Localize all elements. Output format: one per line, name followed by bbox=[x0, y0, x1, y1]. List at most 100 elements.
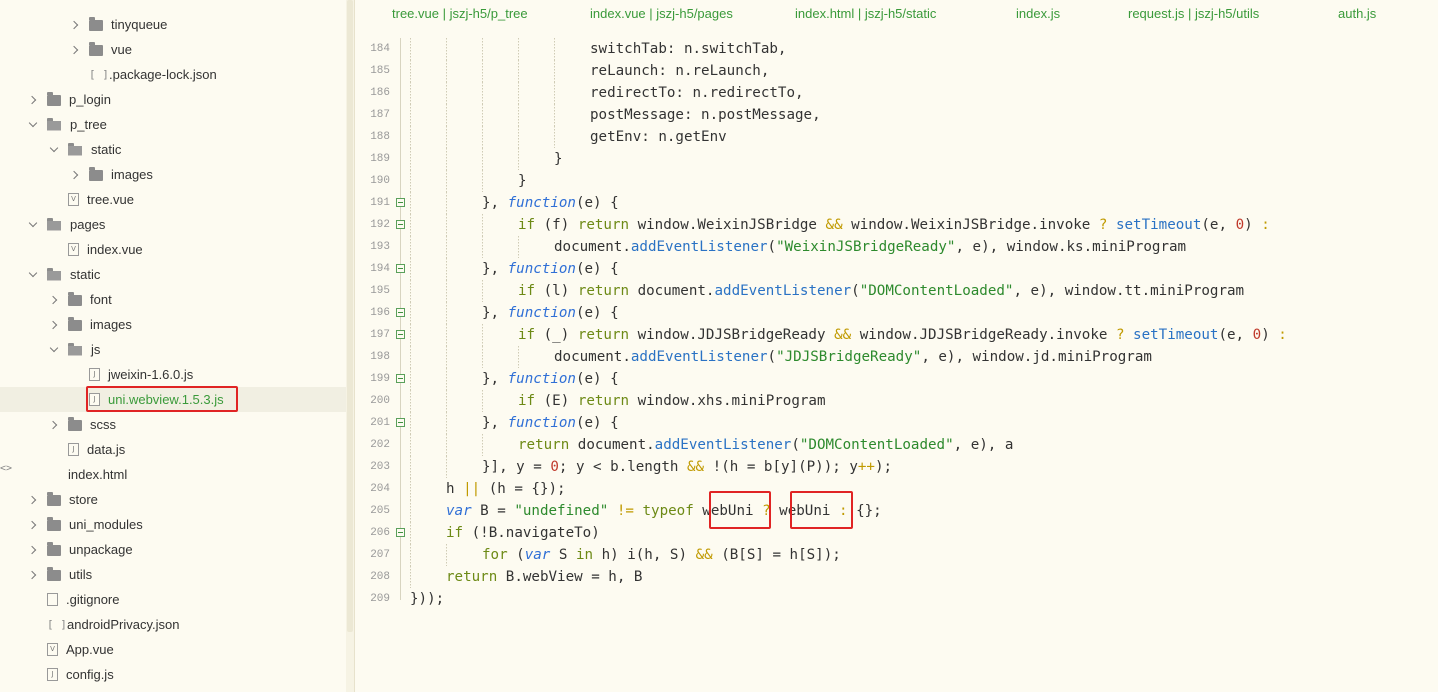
indent-guide bbox=[518, 60, 519, 82]
code-line[interactable]: 199}, function(e) { bbox=[356, 368, 1438, 390]
code-line[interactable]: 186 redirectTo: n.redirectTo, bbox=[356, 82, 1438, 104]
code-text: })); bbox=[410, 591, 445, 607]
tree-item-tree-vue[interactable]: Vtree.vue bbox=[0, 187, 346, 212]
editor-tab[interactable]: index.js bbox=[1016, 6, 1060, 21]
chevron-down-icon[interactable] bbox=[27, 119, 39, 131]
code-line[interactable]: 205 var B = "undefined" != typeof webUni … bbox=[356, 500, 1438, 522]
chevron-right-icon[interactable] bbox=[69, 169, 81, 181]
chevron-down-icon[interactable] bbox=[27, 269, 39, 281]
tree-item-store[interactable]: store bbox=[0, 487, 346, 512]
code-line[interactable]: 200 if (E) return window.xhs.miniProgram bbox=[356, 390, 1438, 412]
indent-guide bbox=[410, 280, 411, 302]
fold-toggle-icon[interactable] bbox=[396, 220, 405, 229]
code-line[interactable]: 206 if (!B.navigateTo) bbox=[356, 522, 1438, 544]
chevron-right-icon[interactable] bbox=[27, 519, 39, 531]
tree-item-data-js[interactable]: Jdata.js bbox=[0, 437, 346, 462]
chevron-down-icon[interactable] bbox=[48, 144, 60, 156]
editor-tab[interactable]: index.vue | jszj-h5/pages bbox=[590, 6, 733, 21]
editor-tab[interactable]: tree.vue | jszj-h5/p_tree bbox=[392, 6, 528, 21]
code-line[interactable]: 184 switchTab: n.switchTab, bbox=[356, 38, 1438, 60]
code-line[interactable]: 198 document.addEventListener("JDJSBridge… bbox=[356, 346, 1438, 368]
code-line[interactable]: 189} bbox=[356, 148, 1438, 170]
tree-item-static[interactable]: static bbox=[0, 262, 346, 287]
chevron-right-icon[interactable] bbox=[48, 319, 60, 331]
folder-open-icon bbox=[68, 342, 83, 356]
indent-guide bbox=[446, 280, 447, 302]
tree-item-js[interactable]: js bbox=[0, 337, 346, 362]
code-line[interactable]: 190} bbox=[356, 170, 1438, 192]
chevron-right-icon[interactable] bbox=[27, 94, 39, 106]
tree-item-static[interactable]: static bbox=[0, 137, 346, 162]
editor-tab[interactable]: auth.js bbox=[1338, 6, 1376, 21]
tree-item-jweixin-1-6-0-js[interactable]: Jjweixin-1.6.0.js bbox=[0, 362, 346, 387]
indent-guide bbox=[446, 302, 447, 324]
code-line[interactable]: 207 for (var S in h) i(h, S) && (B[S] = h… bbox=[356, 544, 1438, 566]
fold-toggle-icon[interactable] bbox=[396, 374, 405, 383]
tree-item-androidprivacy-json[interactable]: [ ] androidPrivacy.json bbox=[0, 612, 346, 637]
chevron-right-icon[interactable] bbox=[69, 19, 81, 31]
chevron-down-icon[interactable] bbox=[48, 344, 60, 356]
code-editor[interactable]: 184 switchTab: n.switchTab, 185 reLaunch: n… bbox=[356, 38, 1438, 692]
tree-item-index-vue[interactable]: Vindex.vue bbox=[0, 237, 346, 262]
tree-item-font[interactable]: font bbox=[0, 287, 346, 312]
editor-tab[interactable]: request.js | jszj-h5/utils bbox=[1128, 6, 1259, 21]
line-number: 200 bbox=[370, 395, 390, 407]
indent-guide bbox=[410, 170, 411, 192]
code-line[interactable]: 187 postMessage: n.postMessage, bbox=[356, 104, 1438, 126]
chevron-right-icon[interactable] bbox=[48, 294, 60, 306]
tree-item-uni-modules[interactable]: uni_modules bbox=[0, 512, 346, 537]
tree-item-config-js[interactable]: Jconfig.js bbox=[0, 662, 346, 687]
tree-item--package-lock-json[interactable]: [ ] .package-lock.json bbox=[0, 62, 346, 87]
code-line[interactable]: 196}, function(e) { bbox=[356, 302, 1438, 324]
tree-item-label: static bbox=[70, 267, 101, 282]
code-line[interactable]: 191}, function(e) { bbox=[356, 192, 1438, 214]
sidebar-scrollbar-thumb[interactable] bbox=[347, 0, 353, 632]
tree-item-index-html[interactable]: <> index.html bbox=[0, 462, 346, 487]
tree-item-label: images bbox=[90, 317, 132, 332]
tree-item-unpackage[interactable]: unpackage bbox=[0, 537, 346, 562]
fold-toggle-icon[interactable] bbox=[396, 198, 405, 207]
tree-item--gitignore[interactable]: .gitignore bbox=[0, 587, 346, 612]
code-line[interactable]: 203}], y = 0; y < b.length && !(h = b[y]… bbox=[356, 456, 1438, 478]
code-line[interactable]: 193 document.addEventListener("WeixinJSBr… bbox=[356, 236, 1438, 258]
fold-toggle-icon[interactable] bbox=[396, 308, 405, 317]
code-line[interactable]: 201}, function(e) { bbox=[356, 412, 1438, 434]
code-line[interactable]: 209})); bbox=[356, 588, 1438, 610]
chevron-right-icon[interactable] bbox=[69, 44, 81, 56]
code-line[interactable]: 208 return B.webView = h, B bbox=[356, 566, 1438, 588]
fold-toggle-icon[interactable] bbox=[396, 264, 405, 273]
tree-item-images[interactable]: images bbox=[0, 162, 346, 187]
code-line[interactable]: 204 h || (h = {}); bbox=[356, 478, 1438, 500]
code-line[interactable]: 185 reLaunch: n.reLaunch, bbox=[356, 60, 1438, 82]
chevron-right-icon[interactable] bbox=[27, 569, 39, 581]
code-line[interactable]: 197 if (_) return window.JDJSBridgeReady … bbox=[356, 324, 1438, 346]
tree-item-utils[interactable]: utils bbox=[0, 562, 346, 587]
fold-toggle-icon[interactable] bbox=[396, 330, 405, 339]
chevron-right-icon[interactable] bbox=[27, 544, 39, 556]
tree-item-p-login[interactable]: p_login bbox=[0, 87, 346, 112]
fold-toggle-icon[interactable] bbox=[396, 418, 405, 427]
tree-item-pages[interactable]: pages bbox=[0, 212, 346, 237]
chevron-right-icon[interactable] bbox=[27, 494, 39, 506]
chevron-down-icon[interactable] bbox=[27, 219, 39, 231]
tree-item-vue[interactable]: vue bbox=[0, 37, 346, 62]
tree-item-images[interactable]: images bbox=[0, 312, 346, 337]
line-number: 189 bbox=[370, 153, 390, 165]
editor-tab[interactable]: index.html | jszj-h5/static bbox=[795, 6, 936, 21]
tree-item-tinyqueue[interactable]: tinyqueue bbox=[0, 12, 346, 37]
tree-item-uni-webview-1-5-3-js[interactable]: Juni.webview.1.5.3.js bbox=[0, 387, 346, 412]
code-line[interactable]: 188 getEnv: n.getEnv bbox=[356, 126, 1438, 148]
fold-toggle-icon[interactable] bbox=[396, 528, 405, 537]
code-text: if (l) return document.addEventListener(… bbox=[518, 283, 1245, 299]
tree-item-p-tree[interactable]: p_tree bbox=[0, 112, 346, 137]
code-line[interactable]: 202 return document.addEventListener("DOM… bbox=[356, 434, 1438, 456]
tree-item-scss[interactable]: scss bbox=[0, 412, 346, 437]
code-line[interactable]: 195 if (l) return document.addEventListen… bbox=[356, 280, 1438, 302]
indent-guide bbox=[410, 434, 411, 456]
tree-item-app-vue[interactable]: V App.vue bbox=[0, 637, 346, 662]
tree-item-label: androidPrivacy.json bbox=[67, 617, 180, 632]
indent-guide bbox=[482, 82, 483, 104]
chevron-right-icon[interactable] bbox=[48, 419, 60, 431]
code-line[interactable]: 192 if (f) return window.WeixinJSBridge &… bbox=[356, 214, 1438, 236]
code-line[interactable]: 194}, function(e) { bbox=[356, 258, 1438, 280]
